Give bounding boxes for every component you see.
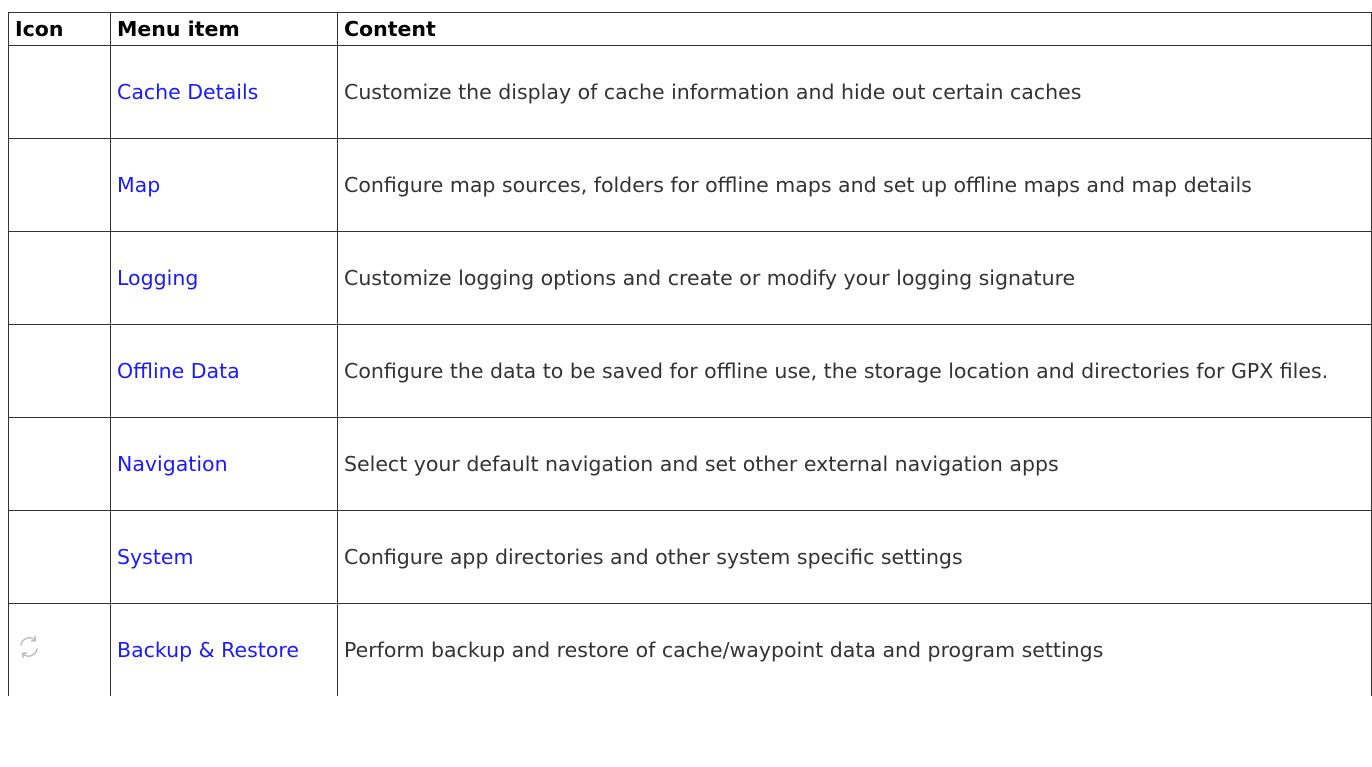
content-cell: Customize the display of cache informati…: [337, 45, 1372, 139]
menu-link-offline-data[interactable]: Offline Data: [117, 359, 240, 383]
content-cell: Customize logging options and create or …: [337, 231, 1372, 325]
menu-item-cell: Logging: [110, 231, 338, 325]
content-cell: Configure the data to be saved for offli…: [337, 324, 1372, 418]
icon-cell: [8, 45, 111, 139]
menu-link-backup-restore[interactable]: Backup & Restore: [117, 638, 299, 662]
menu-link-cache-details[interactable]: Cache Details: [117, 80, 258, 104]
icon-cell: [8, 417, 111, 511]
header-content: Content: [337, 12, 1372, 46]
menu-link-map[interactable]: Map: [117, 173, 160, 197]
table-row: System Configure app directories and oth…: [8, 510, 1372, 604]
recycle-icon: [20, 635, 38, 659]
menu-item-cell: Navigation: [110, 417, 338, 511]
icon-cell: [8, 603, 111, 696]
menu-item-cell: Cache Details: [110, 45, 338, 139]
table-row: Navigation Select your default navigatio…: [8, 417, 1372, 511]
content-cell: Perform backup and restore of cache/wayp…: [337, 603, 1372, 696]
menu-link-navigation[interactable]: Navigation: [117, 452, 228, 476]
content-cell: Select your default navigation and set o…: [337, 417, 1372, 511]
content-cell: Configure map sources, folders for offli…: [337, 138, 1372, 232]
menu-item-cell: Offline Data: [110, 324, 338, 418]
settings-menu-table: Icon Menu item Content Cache Details Cus…: [8, 12, 1372, 696]
table-row: Cache Details Customize the display of c…: [8, 45, 1372, 139]
icon-cell: [8, 324, 111, 418]
menu-item-cell: Backup & Restore: [110, 603, 338, 696]
menu-link-logging[interactable]: Logging: [117, 266, 198, 290]
icon-cell: [8, 138, 111, 232]
header-menu-item: Menu item: [110, 12, 338, 46]
table-row: Map Configure map sources, folders for o…: [8, 138, 1372, 232]
content-cell: Configure app directories and other syst…: [337, 510, 1372, 604]
table-row: Backup & Restore Perform backup and rest…: [8, 603, 1372, 696]
menu-link-system[interactable]: System: [117, 545, 193, 569]
icon-cell: [8, 231, 111, 325]
table-row: Logging Customize logging options and cr…: [8, 231, 1372, 325]
icon-cell: [8, 510, 111, 604]
table-header-row: Icon Menu item Content: [8, 12, 1372, 46]
menu-item-cell: System: [110, 510, 338, 604]
menu-item-cell: Map: [110, 138, 338, 232]
header-icon: Icon: [8, 12, 111, 46]
table-row: Offline Data Configure the data to be sa…: [8, 324, 1372, 418]
